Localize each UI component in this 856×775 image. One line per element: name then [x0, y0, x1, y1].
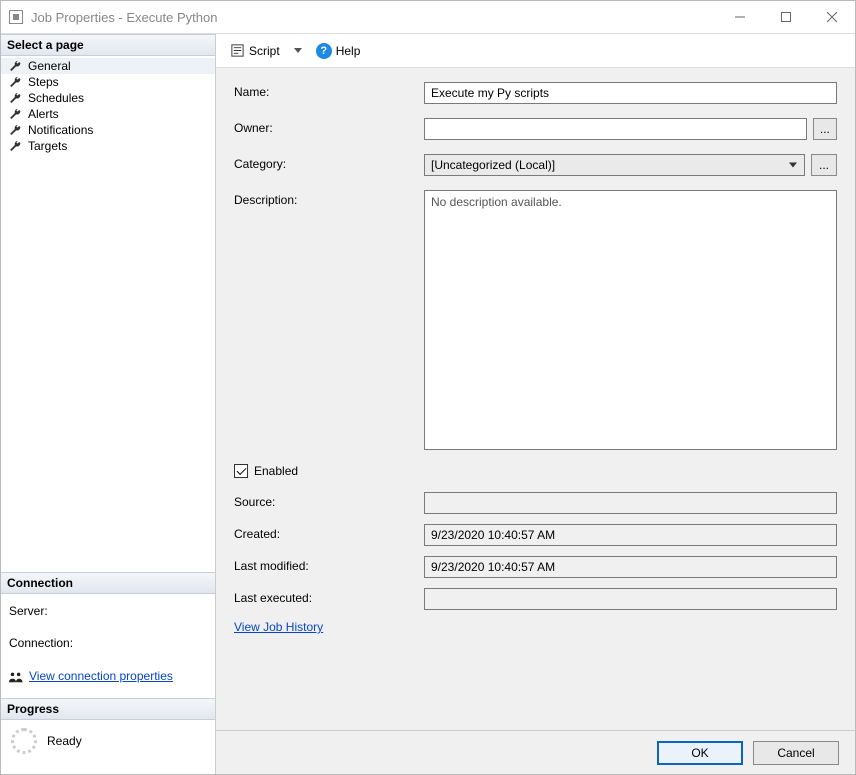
wrench-icon [9, 140, 22, 153]
wrench-icon [9, 124, 22, 137]
wrench-icon [9, 60, 22, 73]
wrench-icon [9, 92, 22, 105]
category-select[interactable] [424, 154, 805, 176]
connection-label: Connection: [9, 636, 73, 650]
last-executed-label: Last executed: [234, 588, 424, 605]
toolbar: Script ? Help [216, 34, 855, 68]
enabled-label: Enabled [254, 464, 298, 478]
help-label: Help [336, 44, 361, 58]
page-list: General Steps Schedules Alerts Notificat… [1, 56, 215, 160]
window-title: Job Properties - Execute Python [31, 10, 217, 25]
created-field [424, 524, 837, 546]
ok-button[interactable]: OK [657, 741, 743, 765]
page-label: Alerts [28, 107, 59, 121]
description-textarea[interactable]: No description available. [424, 190, 837, 450]
titlebar: Job Properties - Execute Python [1, 1, 855, 33]
name-input[interactable] [424, 82, 837, 104]
connection-panel: Server: Connection: View connection prop… [1, 594, 215, 698]
source-label: Source: [234, 492, 424, 509]
source-field [424, 492, 837, 514]
last-modified-label: Last modified: [234, 556, 424, 573]
server-label: Server: [9, 604, 48, 618]
form: Name: Owner: ... Category: ... [216, 68, 855, 730]
last-executed-field [424, 588, 837, 610]
close-button[interactable] [809, 1, 855, 33]
page-alerts[interactable]: Alerts [1, 106, 215, 122]
app-icon [9, 10, 23, 24]
script-label: Script [249, 44, 280, 58]
script-button[interactable]: Script [226, 40, 284, 61]
category-label: Category: [234, 154, 424, 171]
owner-label: Owner: [234, 118, 424, 135]
page-general[interactable]: General [1, 58, 215, 74]
progress-header: Progress [1, 698, 215, 720]
connection-header: Connection [1, 572, 215, 594]
page-notifications[interactable]: Notifications [1, 122, 215, 138]
page-schedules[interactable]: Schedules [1, 90, 215, 106]
page-label: Notifications [28, 123, 93, 137]
cancel-button[interactable]: Cancel [753, 741, 839, 765]
page-label: General [28, 59, 71, 73]
script-dropdown-caret[interactable] [294, 48, 302, 53]
select-page-header: Select a page [1, 34, 215, 56]
button-bar: OK Cancel [216, 730, 855, 774]
progress-panel: Ready [1, 720, 215, 774]
wrench-icon [9, 76, 22, 89]
script-icon [230, 43, 245, 58]
view-job-history-link[interactable]: View Job History [234, 620, 323, 634]
sidebar: Select a page General Steps Schedules Al… [1, 34, 216, 774]
view-connection-properties-link[interactable]: View connection properties [29, 665, 173, 688]
owner-input[interactable] [424, 118, 807, 140]
created-label: Created: [234, 524, 424, 541]
page-steps[interactable]: Steps [1, 74, 215, 90]
page-label: Targets [28, 139, 67, 153]
page-label: Schedules [28, 91, 84, 105]
content: Script ? Help Name: Owner: ... [216, 34, 855, 774]
enabled-row[interactable]: Enabled [234, 464, 837, 478]
help-icon: ? [316, 43, 332, 59]
minimize-button[interactable] [717, 1, 763, 33]
page-label: Steps [28, 75, 59, 89]
help-button[interactable]: ? Help [312, 40, 365, 62]
progress-status: Ready [47, 734, 82, 748]
spinner-icon [11, 728, 37, 754]
last-modified-field [424, 556, 837, 578]
owner-browse-button[interactable]: ... [813, 118, 837, 140]
description-label: Description: [234, 190, 424, 207]
maximize-button[interactable] [763, 1, 809, 33]
category-browse-button[interactable]: ... [811, 154, 837, 176]
people-icon [9, 671, 23, 683]
page-targets[interactable]: Targets [1, 138, 215, 154]
wrench-icon [9, 108, 22, 121]
enabled-checkbox[interactable] [234, 464, 248, 478]
name-label: Name: [234, 82, 424, 99]
